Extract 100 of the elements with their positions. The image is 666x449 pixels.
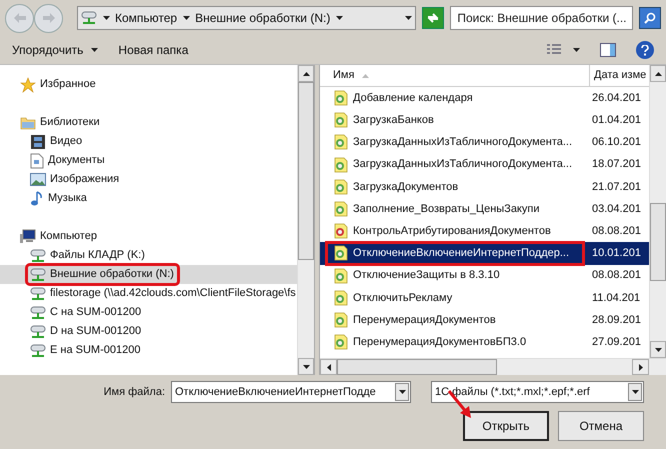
file-date: 11.04.201 <box>592 290 640 306</box>
file-row[interactable]: Добавление календаря 26.04.201 <box>320 87 649 110</box>
breadcrumb[interactable]: Внешние обработки (N:) <box>195 9 330 27</box>
file-date: 06.10.201 <box>592 135 641 150</box>
file-name-label: Имя файла: <box>104 384 165 400</box>
nav-item[interactable]: Избранное <box>0 75 297 94</box>
file-row[interactable]: ОтключениеВключениеИнтернетПоддер... 10.01.201 <box>320 242 649 264</box>
file-icon <box>334 90 348 106</box>
list-view-icon <box>547 44 561 56</box>
nav-item[interactable]: E на SUM-001200 <box>0 341 297 360</box>
file-icon <box>334 156 348 173</box>
network-drive-icon <box>81 11 97 25</box>
vertical-scrollbar[interactable] <box>649 65 666 358</box>
nav-item[interactable]: filestorage (\\ad.42clouds.com\ClientFileStorage\fs <box>0 284 297 303</box>
nav-item[interactable]: Музыка <box>0 189 297 208</box>
horizontal-scrollbar[interactable] <box>320 358 666 375</box>
caret-icon <box>103 16 110 20</box>
file-icon <box>334 245 348 262</box>
dialog-button[interactable]: Открыть <box>463 411 549 441</box>
file-icon <box>334 178 348 195</box>
right-arrow-icon <box>42 13 54 23</box>
file-icon <box>334 112 348 128</box>
nav-item[interactable]: Файлы КЛАДР (K:) <box>0 246 297 265</box>
address-bar[interactable]: Компьютер Внешние обработки (N:) <box>77 6 416 30</box>
view-options-button[interactable] <box>547 44 580 56</box>
file-date: 08.08.201 <box>592 224 641 239</box>
scroll-thumb[interactable] <box>298 82 314 260</box>
scroll-left-button[interactable] <box>320 359 337 375</box>
nav-item-label: Документы <box>48 153 105 168</box>
search-button[interactable] <box>639 7 662 29</box>
file-name: Добавление календаря <box>353 90 473 106</box>
down-arrow-icon <box>654 348 662 352</box>
file-row[interactable]: КонтрольАтрибутированияДокументов 08.08.201 <box>320 220 649 242</box>
nav-item-label: Внешние обработки (N:) <box>50 267 174 282</box>
file-date: 28.09.201 <box>592 312 641 328</box>
folder-icon <box>20 116 36 130</box>
scroll-right-button[interactable] <box>632 359 649 375</box>
refresh-arrows-icon <box>426 12 440 24</box>
dialog-button[interactable]: Отмена <box>558 411 644 441</box>
file-date: 01.04.201 <box>592 113 641 128</box>
file-row[interactable]: ОтключитьРекламу 11.04.201 <box>320 286 649 309</box>
column-header[interactable]: Имя <box>320 65 590 86</box>
caret-icon <box>573 48 580 52</box>
file-icon <box>334 134 348 150</box>
help-button[interactable] <box>636 41 654 59</box>
network-drive-icon <box>30 286 46 300</box>
music-note-icon <box>30 190 44 206</box>
file-name: ЗагрузкаДанныхИзТабличногоДокумента... <box>353 157 572 172</box>
file-row[interactable]: ОтключениеЗащиты в 8.3.10 08.08.201 <box>320 264 649 287</box>
file-name: ЗагрузкаДокументов <box>353 180 458 195</box>
new-folder-button[interactable]: Новая папка <box>118 41 188 59</box>
scroll-thumb[interactable] <box>650 203 666 281</box>
file-row[interactable]: ЗагрузкаДанныхИзТабличногоДокумента... 06.10.201 <box>320 131 649 154</box>
file-type-dropdown[interactable]: 1C файлы (*.txt;*.mxl;*.epf;*.erf <box>431 381 644 403</box>
file-name-field[interactable]: ОтключениеВключениеИнтернетПодде <box>171 381 411 403</box>
file-row[interactable]: ПеренумерацияДокументов 28.09.201 <box>320 308 649 332</box>
file-icon <box>334 312 348 328</box>
picture-icon <box>30 173 46 186</box>
file-icon <box>334 334 348 350</box>
file-name: ОтключениеЗащиты в 8.3.10 <box>353 268 500 284</box>
down-arrow-icon <box>302 364 310 368</box>
nav-item[interactable]: D на SUM-001200 <box>0 322 297 341</box>
network-drive-icon <box>30 306 46 320</box>
nav-item[interactable]: C на SUM-001200 <box>0 303 297 322</box>
file-name: ЗагрузкаДанныхИзТабличногоДокумента... <box>353 135 572 150</box>
scroll-down-button[interactable] <box>298 358 314 375</box>
nav-item[interactable]: Изображения <box>0 170 297 189</box>
file-date: 10.01.201 <box>592 246 641 262</box>
file-row[interactable]: ЗагрузкаДокументов 21.07.201 <box>320 176 649 198</box>
nav-item-label: Избранное <box>40 77 96 92</box>
network-drive-icon <box>30 248 46 262</box>
refresh-button[interactable] <box>422 7 444 29</box>
sort-arrow-icon <box>362 74 370 78</box>
vertical-scrollbar[interactable] <box>297 65 314 375</box>
nav-item[interactable]: Документы <box>0 151 297 170</box>
file-row[interactable]: Заполнение_Возвраты_ЦеныЗакупи 03.04.201 <box>320 198 649 220</box>
nav-item[interactable]: Компьютер <box>0 227 297 246</box>
file-name: Заполнение_Возвраты_ЦеныЗакупи <box>353 202 540 217</box>
file-row[interactable]: ЗагрузкаДанныхИзТабличногоДокумента... 18.07.201 <box>320 154 649 176</box>
column-header[interactable]: Дата изме <box>590 65 649 86</box>
organize-button[interactable]: Упорядочить <box>12 41 98 59</box>
nav-item-label: Файлы КЛАДР (K:) <box>50 248 145 264</box>
nav-item[interactable]: Библиотеки <box>0 113 297 132</box>
preview-pane-button[interactable] <box>600 43 616 57</box>
file-date: 21.07.201 <box>592 180 641 195</box>
scroll-down-button[interactable] <box>650 341 666 358</box>
breadcrumb[interactable]: Компьютер <box>115 9 178 27</box>
file-icon <box>334 201 348 218</box>
search-field[interactable]: Поиск: Внешние обработки (... <box>450 6 634 30</box>
file-row[interactable]: ПеренумерацияДокументовБП3.0 27.09.201 <box>320 331 649 354</box>
nav-item[interactable]: Видео <box>0 132 297 151</box>
nav-item[interactable]: Внешние обработки (N:) <box>0 265 297 284</box>
pane-icon <box>600 43 616 57</box>
file-date: 18.07.201 <box>592 157 641 172</box>
scroll-up-button[interactable] <box>650 65 666 82</box>
scroll-up-button[interactable] <box>298 65 314 82</box>
scroll-thumb[interactable] <box>337 359 497 375</box>
nav-item-label: C на SUM-001200 <box>50 305 142 320</box>
file-row[interactable]: ЗагрузкаБанков 01.04.201 <box>320 109 649 132</box>
file-date: 08.08.201 <box>592 268 641 284</box>
